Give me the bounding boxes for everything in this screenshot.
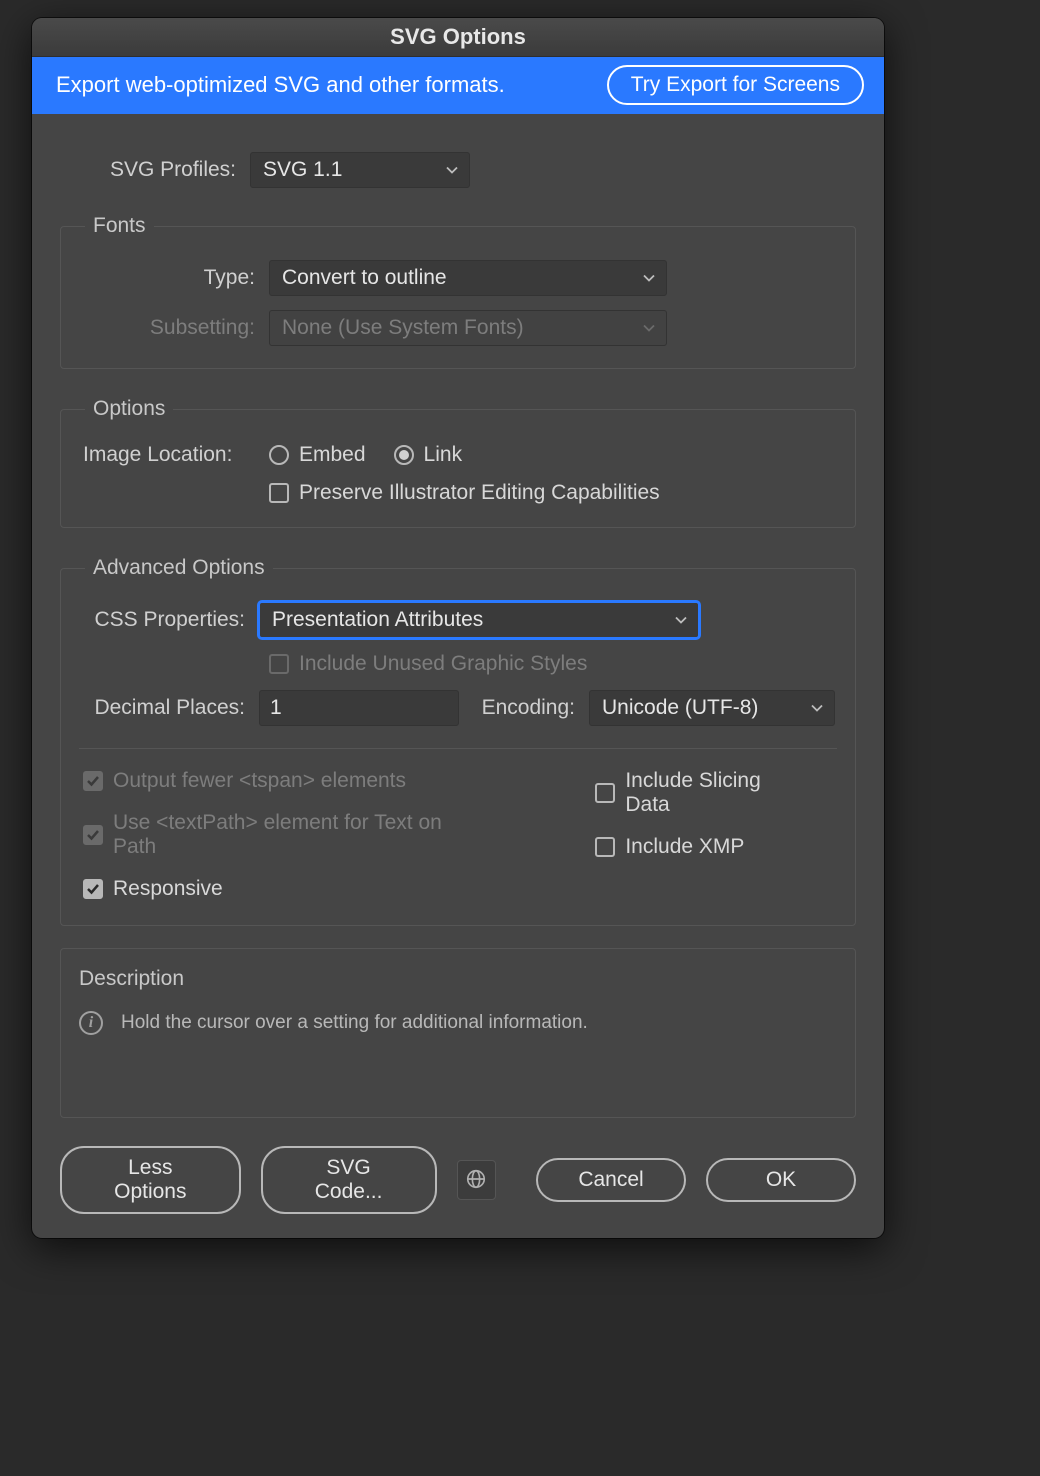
use-textpath-checkbox: Use <textPath> element for Text on Path bbox=[83, 811, 487, 859]
ok-button[interactable]: OK bbox=[706, 1158, 856, 1202]
link-radio-label: Link bbox=[424, 443, 463, 467]
info-icon: i bbox=[79, 1011, 103, 1035]
use-textpath-label: Use <textPath> element for Text on Path bbox=[113, 811, 487, 859]
include-xmp-checkbox[interactable]: Include XMP bbox=[595, 835, 809, 859]
svg-profiles-label: SVG Profiles: bbox=[60, 158, 250, 182]
chevron-down-icon bbox=[810, 701, 824, 715]
css-properties-dropdown[interactable]: Presentation Attributes bbox=[259, 602, 699, 638]
include-unused-styles-label: Include Unused Graphic Styles bbox=[299, 652, 587, 676]
image-location-link-radio[interactable]: Link bbox=[394, 443, 463, 467]
include-unused-styles-checkbox: Include Unused Graphic Styles bbox=[269, 652, 587, 676]
description-text: Hold the cursor over a setting for addit… bbox=[121, 1012, 588, 1034]
dialog-footer: Less Options SVG Code... Cancel OK bbox=[60, 1118, 856, 1214]
responsive-checkbox[interactable]: Responsive bbox=[83, 877, 487, 901]
description-legend: Description bbox=[79, 967, 837, 991]
encoding-dropdown[interactable]: Unicode (UTF-8) bbox=[589, 690, 835, 726]
description-box: Description i Hold the cursor over a set… bbox=[60, 948, 856, 1118]
include-xmp-label: Include XMP bbox=[625, 835, 744, 859]
output-fewer-tspan-label: Output fewer <tspan> elements bbox=[113, 769, 406, 793]
svg-code-button[interactable]: SVG Code... bbox=[261, 1146, 437, 1214]
globe-icon bbox=[465, 1168, 487, 1193]
cancel-button[interactable]: Cancel bbox=[536, 1158, 686, 1202]
chevron-down-icon bbox=[445, 163, 459, 177]
include-slicing-data-label: Include Slicing Data bbox=[625, 769, 809, 817]
css-properties-value: Presentation Attributes bbox=[272, 608, 483, 632]
image-location-embed-radio[interactable]: Embed bbox=[269, 443, 366, 467]
preserve-editing-label: Preserve Illustrator Editing Capabilitie… bbox=[299, 481, 660, 505]
subsetting-dropdown: None (Use System Fonts) bbox=[269, 310, 667, 346]
title-bar: SVG Options bbox=[32, 18, 884, 57]
encoding-label: Encoding: bbox=[459, 696, 589, 720]
decimal-places-input[interactable] bbox=[259, 690, 459, 726]
output-fewer-tspan-checkbox: Output fewer <tspan> elements bbox=[83, 769, 487, 793]
options-group: Options Image Location: Embed Link Prese… bbox=[60, 397, 856, 528]
responsive-label: Responsive bbox=[113, 877, 223, 901]
advanced-checks: Output fewer <tspan> elements Use <textP… bbox=[79, 769, 837, 901]
less-options-button[interactable]: Less Options bbox=[60, 1146, 241, 1214]
chevron-down-icon bbox=[674, 613, 688, 627]
image-location-label: Image Location: bbox=[79, 443, 269, 467]
encoding-value: Unicode (UTF-8) bbox=[602, 696, 758, 720]
svg-profiles-dropdown[interactable]: SVG 1.1 bbox=[250, 152, 470, 188]
dialog-body: SVG Profiles: SVG 1.1 Fonts Type: Conver… bbox=[32, 114, 884, 1238]
dialog-title: SVG Options bbox=[390, 24, 526, 50]
include-slicing-data-checkbox[interactable]: Include Slicing Data bbox=[595, 769, 809, 817]
font-type-value: Convert to outline bbox=[282, 266, 447, 290]
font-type-dropdown[interactable]: Convert to outline bbox=[269, 260, 667, 296]
font-type-label: Type: bbox=[79, 266, 269, 290]
try-export-for-screens-button[interactable]: Try Export for Screens bbox=[607, 65, 864, 105]
subsetting-label: Subsetting: bbox=[79, 316, 269, 340]
promo-banner: Export web-optimized SVG and other forma… bbox=[32, 57, 884, 114]
svg-options-dialog: SVG Options Export web-optimized SVG and… bbox=[32, 18, 884, 1238]
svg-profiles-value: SVG 1.1 bbox=[263, 158, 342, 182]
subsetting-value: None (Use System Fonts) bbox=[282, 316, 524, 340]
options-legend: Options bbox=[85, 397, 173, 421]
chevron-down-icon bbox=[642, 271, 656, 285]
chevron-down-icon bbox=[642, 321, 656, 335]
fonts-group: Fonts Type: Convert to outline Subsettin… bbox=[60, 214, 856, 369]
css-properties-label: CSS Properties: bbox=[79, 608, 259, 632]
fonts-legend: Fonts bbox=[85, 214, 154, 238]
svg-profiles-row: SVG Profiles: SVG 1.1 bbox=[60, 152, 856, 188]
banner-text: Export web-optimized SVG and other forma… bbox=[56, 72, 505, 98]
advanced-legend: Advanced Options bbox=[85, 556, 273, 580]
preserve-editing-checkbox[interactable]: Preserve Illustrator Editing Capabilitie… bbox=[269, 481, 660, 505]
embed-radio-label: Embed bbox=[299, 443, 366, 467]
separator bbox=[79, 748, 837, 749]
decimal-places-label: Decimal Places: bbox=[79, 696, 259, 720]
preview-in-browser-button[interactable] bbox=[457, 1160, 496, 1200]
advanced-options-group: Advanced Options CSS Properties: Present… bbox=[60, 556, 856, 926]
